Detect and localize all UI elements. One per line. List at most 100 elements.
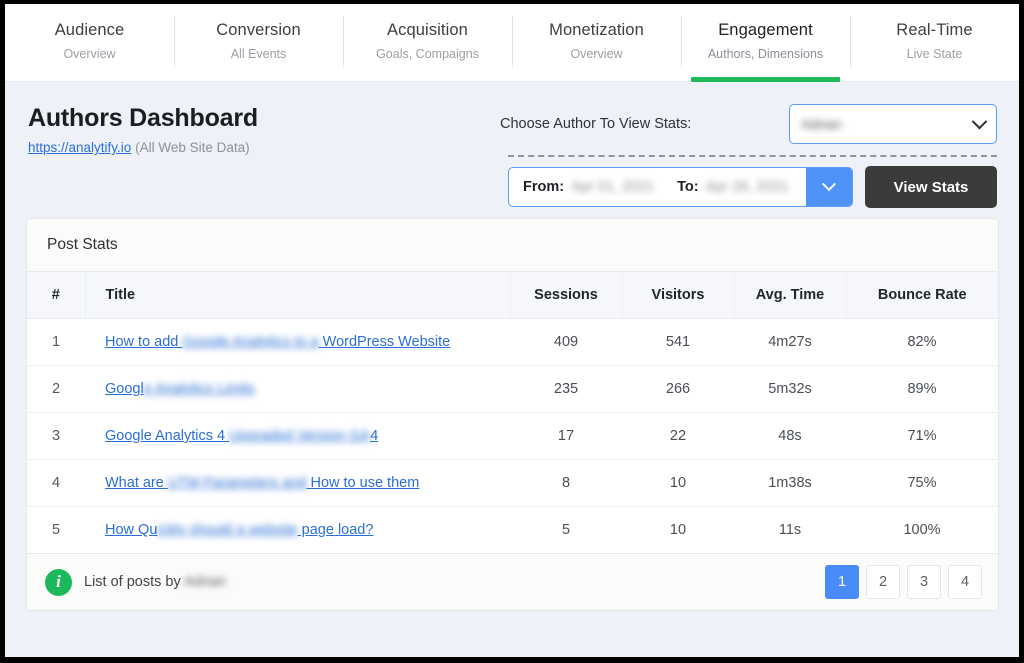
row-bounce-rate: 89% xyxy=(846,365,998,413)
main-tab-bar: Audience Overview Conversion All Events … xyxy=(5,4,1019,82)
post-title-redacted: Upgraded Version GA xyxy=(229,428,371,444)
table-header-row: # Title Sessions Visitors Avg. Time Boun… xyxy=(27,272,998,319)
date-from-label: From: xyxy=(523,179,565,195)
post-stats-heading: Post Stats xyxy=(27,219,998,272)
row-title-cell: How Quickly should a website page load? xyxy=(85,506,510,553)
tab-real-time-title: Real-Time xyxy=(896,20,973,39)
row-title-cell: How to add Google Analytics to a WordPre… xyxy=(85,318,510,366)
footer-caption-prefix: List of posts by xyxy=(84,574,184,590)
tab-conversion[interactable]: Conversion All Events xyxy=(174,4,343,81)
post-title-redacted: UTM Parameters and xyxy=(167,475,307,491)
post-title-link[interactable]: How Quickly should a website page load? xyxy=(105,522,373,538)
row-bounce-rate: 100% xyxy=(846,506,998,553)
table-row: 4 What are UTM Parameters and How to use… xyxy=(27,459,998,507)
column-header-title[interactable]: Title xyxy=(85,272,511,319)
site-url-link[interactable]: https://analytify.io xyxy=(28,140,131,155)
post-title-prefix: How to add xyxy=(105,334,183,350)
row-bounce-rate: 82% xyxy=(846,318,998,366)
post-title-redacted: e Analytics Limits xyxy=(143,381,255,397)
author-select-value: Adnan xyxy=(801,116,842,132)
row-visitors: 10 xyxy=(622,506,734,553)
column-header-visitors[interactable]: Visitors xyxy=(622,272,735,319)
tab-engagement-subtitle: Authors, Dimensions xyxy=(707,46,824,61)
tab-conversion-title: Conversion xyxy=(216,20,301,39)
row-avg-time: 5m32s xyxy=(734,365,846,413)
date-from-value: Apr 01, 2021 xyxy=(571,179,655,195)
chevron-down-icon xyxy=(971,113,988,129)
view-stats-button[interactable]: View Stats xyxy=(865,166,997,208)
post-title-link[interactable]: How to add Google Analytics to a WordPre… xyxy=(105,334,450,350)
row-bounce-rate: 71% xyxy=(846,412,998,460)
post-stats-card: Post Stats # Title Sessions Visitors Avg… xyxy=(26,218,999,611)
table-row: 1 How to add Google Analytics to a WordP… xyxy=(27,318,998,366)
analytify-authors-dashboard: Audience Overview Conversion All Events … xyxy=(0,0,1024,663)
tab-real-time-subtitle: Live State xyxy=(906,46,963,61)
post-title-link[interactable]: Google Analytics 4 Upgraded Version GA4 xyxy=(105,428,378,444)
post-stats-table: # Title Sessions Visitors Avg. Time Boun… xyxy=(27,272,998,553)
author-select-dropdown[interactable]: Adnan xyxy=(789,104,997,144)
date-to-value: Apr 26, 2021 xyxy=(705,179,789,195)
date-to-label: To: xyxy=(677,179,699,195)
column-header-avg-time[interactable]: Avg. Time xyxy=(734,272,847,319)
column-header-sessions[interactable]: Sessions xyxy=(510,272,623,319)
footer-caption: List of posts by Adnan xyxy=(84,574,226,590)
tab-audience-title: Audience xyxy=(54,20,125,39)
date-range-toggle-button[interactable] xyxy=(806,168,852,206)
post-title-suffix: WordPress Website xyxy=(318,334,451,350)
site-scope-label: (All Web Site Data) xyxy=(135,140,250,155)
row-bounce-rate: 75% xyxy=(846,459,998,507)
tab-acquisition-subtitle: Goals, Compaigns xyxy=(376,46,479,61)
tab-engagement-title: Engagement xyxy=(718,20,813,39)
tab-conversion-subtitle: All Events xyxy=(230,46,287,61)
tab-acquisition[interactable]: Acquisition Goals, Compaigns xyxy=(343,4,512,81)
info-icon: i xyxy=(45,568,72,596)
pagination-page-1[interactable]: 1 xyxy=(825,565,859,599)
tab-audience[interactable]: Audience Overview xyxy=(5,4,174,81)
post-title-prefix: How Qu xyxy=(105,522,158,538)
post-title-suffix: 4 xyxy=(370,428,379,444)
post-title-prefix: Google Analytics 4 xyxy=(105,428,230,444)
choose-author-label: Choose Author To View Stats: xyxy=(500,116,692,132)
post-title-link[interactable]: What are UTM Parameters and How to use t… xyxy=(105,475,419,491)
row-avg-time: 4m27s xyxy=(734,318,846,366)
row-avg-time: 48s xyxy=(734,412,846,460)
author-selection-row: Choose Author To View Stats: Adnan xyxy=(500,104,997,144)
tab-monetization[interactable]: Monetization Overview xyxy=(512,4,681,81)
tab-monetization-title: Monetization xyxy=(549,20,644,39)
pagination-page-4[interactable]: 4 xyxy=(948,565,982,599)
tab-audience-subtitle: Overview xyxy=(63,46,116,61)
date-range-picker[interactable]: From: Apr 01, 2021 To: Apr 26, 2021 xyxy=(508,167,853,207)
table-row: 5 How Quickly should a website page load… xyxy=(27,506,998,553)
pagination-page-3[interactable]: 3 xyxy=(907,565,941,599)
table-row: 3 Google Analytics 4 Upgraded Version GA… xyxy=(27,412,998,460)
date-range-display[interactable]: From: Apr 01, 2021 To: Apr 26, 2021 xyxy=(509,168,806,206)
chevron-down-icon xyxy=(821,177,837,192)
tab-real-time[interactable]: Real-Time Live State xyxy=(850,4,1019,81)
post-title-suffix: page load? xyxy=(297,522,374,538)
post-stats-table-head: # Title Sessions Visitors Avg. Time Boun… xyxy=(27,272,998,319)
date-range-row: From: Apr 01, 2021 To: Apr 26, 2021 View… xyxy=(500,166,997,208)
row-sessions: 17 xyxy=(510,412,622,460)
row-visitors: 541 xyxy=(622,318,734,366)
footer-author-redacted: Adnan xyxy=(183,574,226,590)
column-header-bounce-rate[interactable]: Bounce Rate xyxy=(846,272,998,319)
pagination: 1 2 3 4 xyxy=(825,565,982,599)
row-number: 3 xyxy=(27,412,85,460)
pagination-page-2[interactable]: 2 xyxy=(866,565,900,599)
post-title-redacted: ickly should a website xyxy=(157,522,298,538)
post-title-prefix: What are xyxy=(105,475,168,491)
row-number: 1 xyxy=(27,318,85,366)
post-title-prefix: Googl xyxy=(105,381,144,397)
tab-engagement[interactable]: Engagement Authors, Dimensions xyxy=(681,4,850,82)
row-sessions: 5 xyxy=(510,506,622,553)
tab-acquisition-title: Acquisition xyxy=(387,20,468,39)
column-header-number[interactable]: # xyxy=(27,272,86,319)
post-stats-table-body: 1 How to add Google Analytics to a WordP… xyxy=(27,318,998,553)
post-title-link[interactable]: Google Analytics Limits xyxy=(105,381,255,397)
row-sessions: 409 xyxy=(510,318,622,366)
row-sessions: 235 xyxy=(510,365,622,413)
row-title-cell: What are UTM Parameters and How to use t… xyxy=(85,459,510,507)
row-number: 5 xyxy=(27,506,85,553)
row-number: 2 xyxy=(27,365,85,413)
row-avg-time: 1m38s xyxy=(734,459,846,507)
